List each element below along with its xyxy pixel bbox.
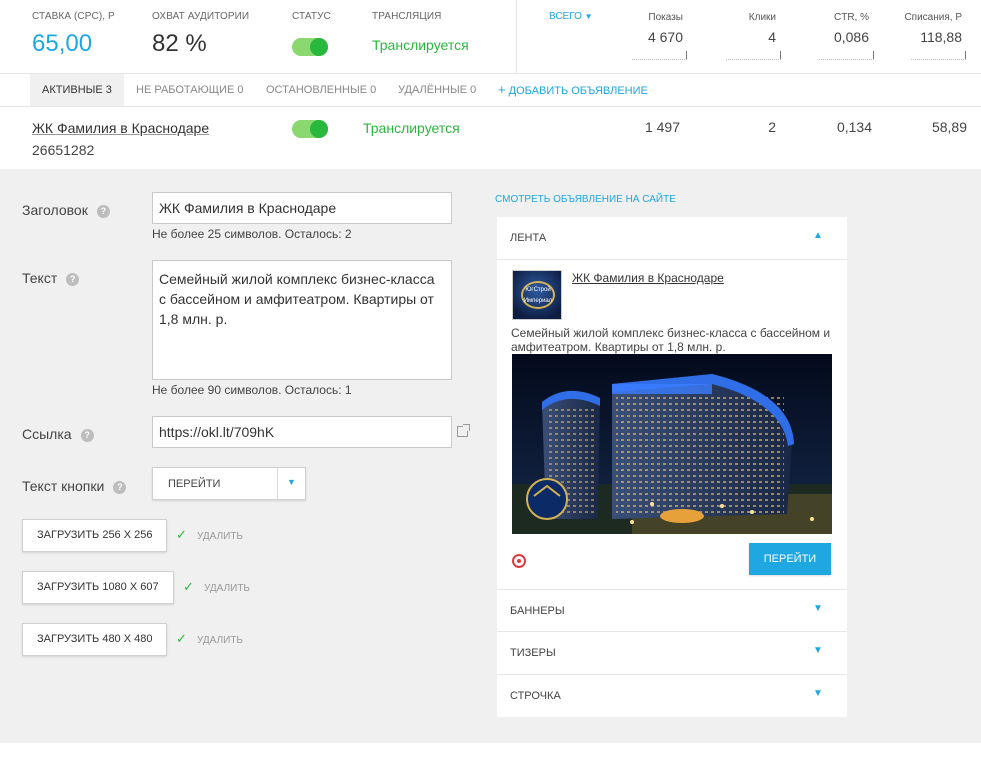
upload-1080-button[interactable]: Загрузить 1080 x 607 [22,571,174,604]
delete-256-link[interactable]: Удалить [197,531,243,542]
upload-480-button[interactable]: Загрузить 480 x 480 [22,623,168,656]
preview-panel: Лента ▲ ЮгСтрой Империал ЖК Фамилия в Кр… [497,217,847,717]
preview-building-image [512,354,832,534]
bid-label: Ставка (CPC), Р [32,11,115,22]
ad-spend: 58,89 [931,119,967,135]
ad-editor: Заголовок? Не более 25 символов. Осталос… [0,169,981,743]
target-icon [512,554,526,568]
campaign-status-toggle[interactable] [292,38,328,56]
broadcast-label: Трансляция [372,11,442,22]
upload-256-button[interactable]: Загрузить 256 x 256 [22,519,168,552]
chevron-down-icon: ▼ [813,688,823,699]
preview-go-button[interactable]: Перейти [749,543,831,575]
accordion-teasers-header[interactable]: Тизеры ▼ [497,632,847,675]
add-ad-button[interactable]: + Добавить объявление [498,74,648,106]
help-icon[interactable]: ? [96,205,110,218]
help-icon[interactable]: ? [80,429,94,442]
metric-label-spend: Списания, Р [904,12,962,23]
link-field-label: Ссылка? [22,426,94,442]
tab-stopped[interactable]: Остановленные 0 [266,74,376,106]
toggle-knob [310,38,328,56]
button-text-selected: ПЕРЕЙТИ [168,478,221,490]
brand-logo: ЮгСтрой Империал [521,281,555,309]
delete-480-link[interactable]: Удалить [197,635,243,646]
accordion-feed-header[interactable]: Лента ▲ [497,217,847,260]
preview-text: Семейный жилой комплекс бизнес-класса с … [511,326,831,354]
tab-active[interactable]: Активные 3 [30,74,124,106]
stats-divider [516,0,517,74]
tab-not-working[interactable]: Не работающие 0 [136,74,243,106]
chevron-down-icon: ▼ [813,603,823,614]
chevron-down-icon: ▼ [813,645,823,656]
sparkline-ctr [819,46,874,60]
ad-row: ЖК Фамилия в Краснодаре 26651282 Трансли… [0,107,981,169]
ad-status-tabs: Активные 3 Не работающие 0 Остановленные… [0,74,981,107]
metric-label-clicks: Клики [748,12,776,23]
toggle-knob [310,120,328,138]
ad-id: 26651282 [32,142,95,158]
title-field-label: Заголовок? [22,202,110,218]
metric-label-ctr: CTR, % [834,12,869,23]
reach-value: 82 % [152,30,207,57]
chevron-down-icon: ▼ [584,12,593,21]
link-input[interactable] [152,416,452,448]
accordion-banners-header[interactable]: Баннеры ▼ [497,589,847,632]
building-illustration [512,354,832,534]
metric-value-spend: 118,88 [920,29,962,45]
broadcast-status: Транслируется [372,37,469,53]
plus-icon: + [498,82,506,97]
metric-value-shows: 4 670 [647,29,683,45]
accordion-banners-label: Баннеры [510,605,565,617]
help-icon[interactable]: ? [66,273,80,286]
ad-thumbnail: ЮгСтрой Империал [512,270,562,320]
select-separator [277,468,278,499]
delete-1080-link[interactable]: Удалить [204,583,250,594]
add-ad-label: Добавить объявление [508,85,648,97]
check-icon: ✓ [183,579,194,594]
campaign-stats-header: Ставка (CPC), Р 65,00 Охват аудитории 82… [0,0,981,74]
external-link-icon[interactable] [457,424,470,437]
view-ad-on-site-link[interactable]: Смотреть объявление на сайте [495,194,676,205]
accordion-line-header[interactable]: Строчка ▼ [497,675,847,718]
chevron-up-icon: ▲ [813,230,823,241]
metric-label-shows: Показы [648,12,683,23]
button-text-select[interactable]: ПЕРЕЙТИ ▼ [152,467,306,500]
tab-deleted[interactable]: Удалённые 0 [398,74,476,106]
preview-title-link[interactable]: ЖК Фамилия в Краснодаре [572,271,724,285]
total-link-label: ВСЕГО [549,11,582,22]
title-hint: Не более 25 символов. Осталось: 2 [152,227,352,241]
ad-ctr: 0,134 [836,119,872,135]
help-icon[interactable]: ? [113,481,127,494]
text-textarea[interactable]: Семейный жилой комплекс бизнес-класса с … [152,260,452,380]
text-hint: Не более 90 символов. Осталось: 1 [152,383,352,397]
bid-value[interactable]: 65,00 [32,30,92,58]
title-input[interactable] [152,192,452,224]
check-icon: ✓ [176,527,187,542]
ad-clicks: 2 [768,119,776,135]
ad-shows: 1 497 [644,119,680,135]
ad-title-link[interactable]: ЖК Фамилия в Краснодаре [32,120,209,136]
text-field-label: Текст? [22,270,80,286]
total-period-dropdown[interactable]: ВСЕГО ▼ [549,11,593,22]
sparkline-clicks [726,46,781,60]
metric-value-clicks: 4 [768,29,776,45]
accordion-teasers-label: Тизеры [510,647,556,659]
ad-broadcast-status: Транслируется [363,120,460,136]
button-text-field-label: Текст кнопки? [22,478,127,494]
chevron-down-icon: ▼ [287,477,296,487]
reach-label: Охват аудитории [152,11,250,22]
check-icon: ✓ [176,631,187,646]
sparkline-spend [911,46,966,60]
metric-value-ctr: 0,086 [833,29,869,45]
accordion-line-label: Строчка [510,690,561,702]
ad-status-toggle[interactable] [292,120,328,138]
accordion-feed-label: Лента [510,232,547,244]
sparkline-shows [632,46,687,60]
status-label: Статус [292,11,331,22]
